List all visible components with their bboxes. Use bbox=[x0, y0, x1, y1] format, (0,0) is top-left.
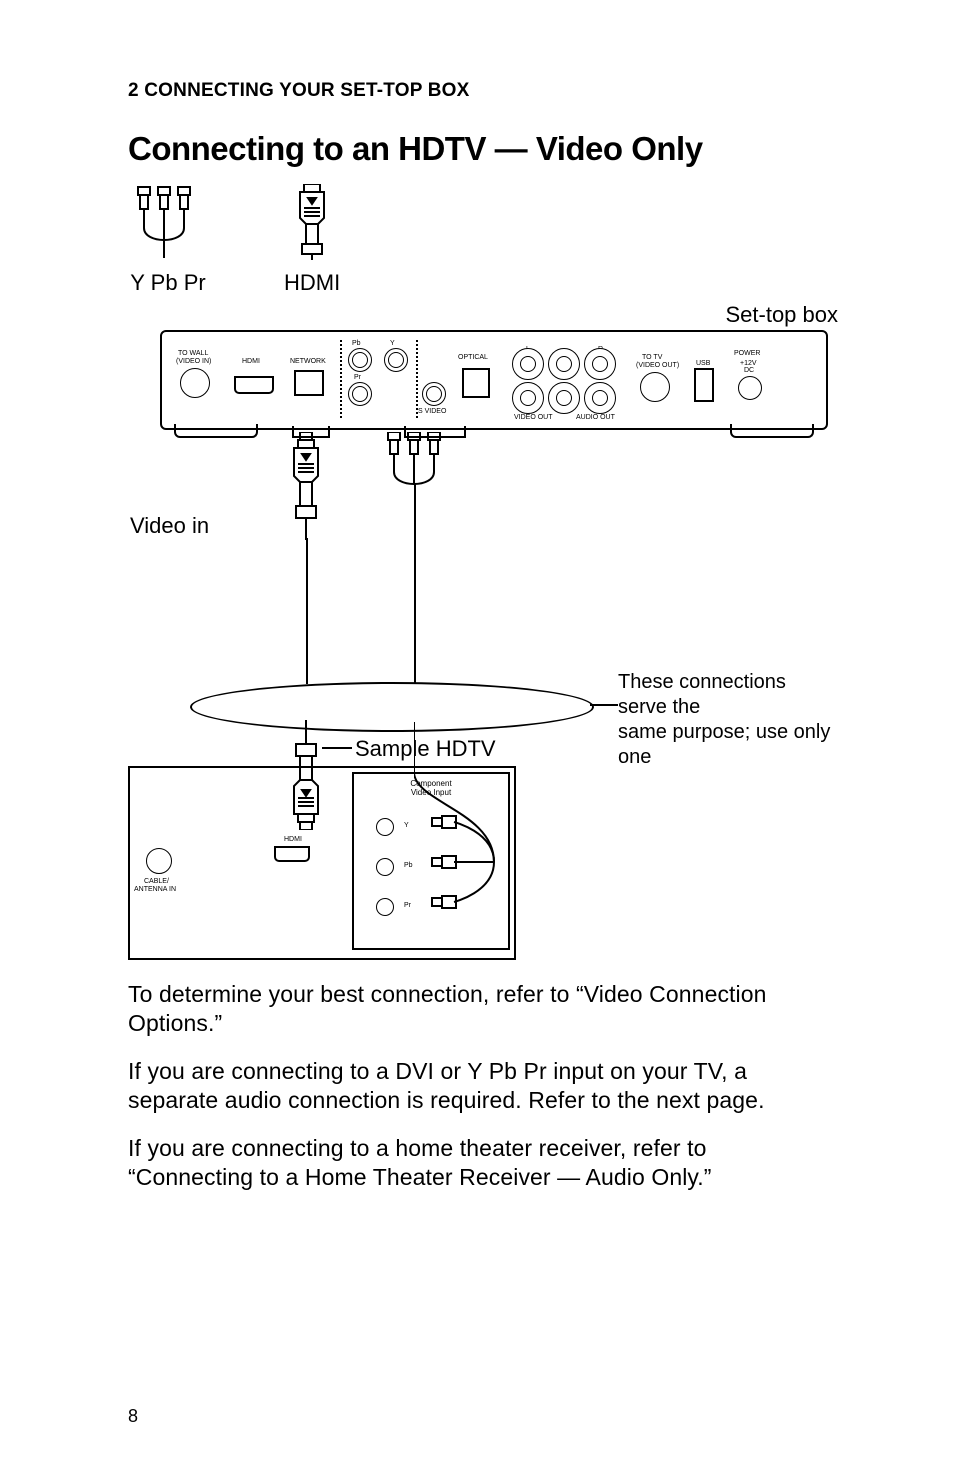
cable-legend: Y Pb Pr HDMI bbox=[128, 184, 834, 296]
line-component-down bbox=[414, 484, 416, 684]
c-port-top bbox=[548, 348, 580, 380]
body-copy: To determine your best connection, refer… bbox=[128, 980, 834, 1193]
port-group-divider-2 bbox=[416, 340, 418, 418]
paragraph-1: To determine your best connection, refer… bbox=[128, 980, 834, 1039]
r-port-top bbox=[584, 348, 616, 380]
hdmi-cable-icon bbox=[292, 184, 332, 260]
video-in-label: Video in bbox=[130, 513, 209, 539]
tv-pr-label: Pr bbox=[404, 902, 411, 909]
paragraph-3: If you are connecting to a home theater … bbox=[128, 1134, 834, 1193]
tv-hdmi-port bbox=[274, 846, 310, 862]
hdmi-cable-legend: HDMI bbox=[284, 184, 340, 296]
to-tv-label-2: (VIDEO OUT) bbox=[636, 362, 679, 369]
hdtv-label-leader bbox=[322, 747, 352, 749]
component-cable-legend: Y Pb Pr bbox=[128, 184, 208, 296]
tv-pb-label: Pb bbox=[404, 862, 413, 869]
to-tv-label-1: TO TV bbox=[642, 354, 662, 361]
tv-y-port bbox=[376, 818, 394, 836]
to-wall-label-1: TO WALL bbox=[178, 350, 208, 357]
usb-port-label: USB bbox=[696, 360, 710, 367]
ellipse-leader-line bbox=[590, 704, 618, 706]
hdmi-port bbox=[234, 376, 274, 394]
component-into-tv-cable-icon bbox=[414, 722, 544, 952]
network-port bbox=[294, 370, 324, 396]
page-number: 8 bbox=[128, 1406, 138, 1427]
y-port bbox=[384, 348, 408, 372]
svideo-port bbox=[422, 382, 446, 406]
to-tv-port bbox=[640, 372, 670, 402]
paragraph-2: If you are connecting to a DVI or Y Pb P… bbox=[128, 1057, 834, 1116]
y-label: Y bbox=[390, 340, 395, 347]
svideo-label: S VIDEO bbox=[418, 408, 446, 415]
usb-port bbox=[694, 368, 714, 402]
dc-port bbox=[738, 376, 762, 400]
tv-hdmi-label: HDMI bbox=[284, 836, 302, 843]
page-title: Connecting to an HDTV — Video Only bbox=[128, 130, 834, 168]
l-port-top bbox=[512, 348, 544, 380]
tv-cable-antenna-label-2: ANTENNA IN bbox=[134, 886, 176, 893]
tv-pr-port bbox=[376, 898, 394, 916]
l-port-bot bbox=[512, 382, 544, 414]
port-group-divider-1 bbox=[340, 340, 342, 418]
tv-cable-antenna-port bbox=[146, 848, 172, 874]
use-one-connection-note: These connections serve the same purpose… bbox=[618, 670, 838, 770]
to-wall-label-2: (VIDEO IN) bbox=[176, 358, 211, 365]
note-line-2: same purpose; use only one bbox=[618, 721, 830, 768]
section-label: 2 CONNECTING YOUR SET-TOP BOX bbox=[128, 80, 834, 102]
hdmi-cable-caption: HDMI bbox=[284, 270, 340, 296]
dc-label-1: +12V bbox=[740, 360, 757, 367]
pb-port bbox=[348, 348, 372, 372]
foot-right bbox=[730, 424, 814, 438]
settop-box-outline: TO WALL (VIDEO IN) HDMI NETWORK Pb Y Pr … bbox=[160, 330, 828, 430]
tv-pb-port bbox=[376, 858, 394, 876]
optical-port bbox=[462, 368, 490, 398]
component-drop-cable-icon bbox=[384, 432, 464, 502]
component-cable-icon bbox=[128, 184, 208, 260]
hdmi-port-label: HDMI bbox=[242, 358, 260, 365]
connection-diagram: Set-top box TO WALL (VIDEO IN) HDMI NETW… bbox=[128, 302, 838, 972]
hdmi-drop-cable-icon bbox=[286, 432, 326, 542]
pr-port bbox=[348, 382, 372, 406]
power-label: POWER bbox=[734, 350, 760, 357]
foot-left bbox=[174, 424, 258, 438]
c-port-bot bbox=[548, 382, 580, 414]
network-port-label: NETWORK bbox=[290, 358, 326, 365]
tv-y-label: Y bbox=[404, 822, 409, 829]
note-line-1: These connections serve the bbox=[618, 671, 786, 718]
video-out-label: VIDEO OUT bbox=[514, 414, 553, 421]
component-cable-caption: Y Pb Pr bbox=[130, 270, 205, 296]
r-port-bot bbox=[584, 382, 616, 414]
pb-label: Pb bbox=[352, 340, 361, 347]
settop-box-label: Set-top box bbox=[725, 302, 838, 328]
audio-out-label: AUDIO OUT bbox=[576, 414, 615, 421]
tv-cable-antenna-label-1: CABLE/ bbox=[144, 878, 169, 885]
optical-label: OPTICAL bbox=[458, 354, 488, 361]
line-hdmi-down bbox=[306, 538, 308, 684]
dc-label-2: DC bbox=[744, 367, 754, 374]
pr-label: Pr bbox=[354, 374, 361, 381]
to-wall-port bbox=[180, 368, 210, 398]
